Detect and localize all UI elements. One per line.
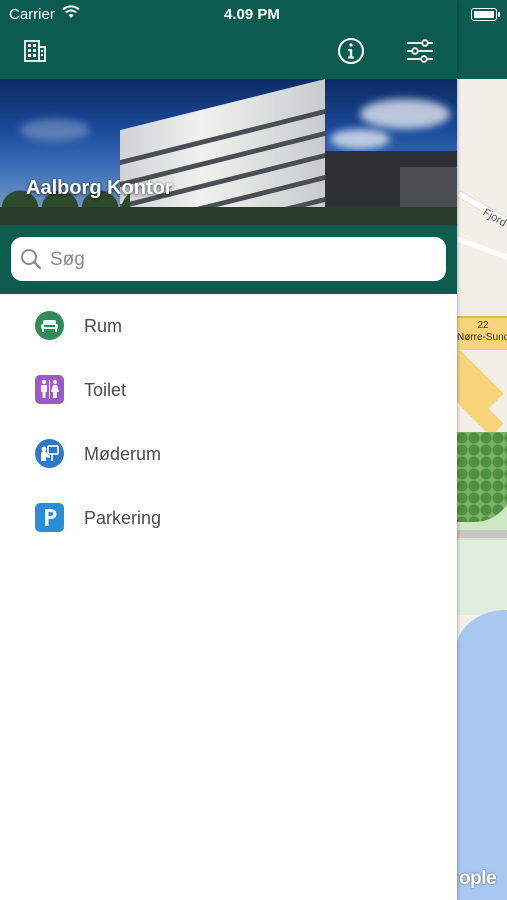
- cloud: [330, 129, 390, 149]
- category-list: Rum Toilet Møderum Parkering: [0, 294, 457, 550]
- carrier-label: Carrier: [9, 6, 55, 23]
- search-field[interactable]: [11, 237, 446, 281]
- location-drawer: Aalborg Kontor Ru: [0, 0, 457, 900]
- category-label: Møderum: [84, 444, 162, 464]
- clock: 4.09 PM: [224, 6, 280, 23]
- ground: [0, 207, 457, 225]
- info-button[interactable]: [336, 37, 366, 70]
- battery-tip: [498, 12, 500, 17]
- map-route-shield: 22 Nørre-Sundby: [457, 316, 507, 350]
- map-water: [456, 610, 507, 900]
- wifi-icon: [62, 5, 80, 23]
- route-name: Nørre-Sundby: [457, 332, 507, 343]
- map-road-label: Fjord: [480, 206, 507, 230]
- category-item-rum[interactable]: Rum: [0, 294, 457, 358]
- category-item-toilet[interactable]: Toilet: [0, 358, 457, 422]
- building-icon: [22, 39, 48, 68]
- filter-button[interactable]: [405, 38, 435, 68]
- search-icon: [20, 248, 42, 275]
- cloud: [20, 119, 90, 141]
- location-header-image: Aalborg Kontor: [0, 79, 457, 225]
- route-number: 22: [477, 320, 489, 331]
- map-path: [456, 530, 507, 538]
- category-item-parkering[interactable]: Parkering: [0, 486, 457, 550]
- category-label: Rum: [84, 316, 123, 336]
- info-icon: [337, 37, 365, 70]
- location-title: Aalborg Kontor: [26, 177, 173, 199]
- search-input[interactable]: [48, 243, 432, 277]
- map-legal-text[interactable]: ople: [459, 868, 497, 890]
- parking-icon: [35, 503, 64, 532]
- map-grass: [456, 540, 507, 615]
- sofa-icon: [35, 311, 64, 340]
- category-label: Toilet: [84, 380, 127, 400]
- category-item-moderum[interactable]: Møderum: [0, 422, 457, 486]
- building-button[interactable]: [20, 38, 50, 68]
- status-bar: Carrier 4.09 PM: [0, 0, 507, 28]
- restroom-icon: [35, 375, 64, 404]
- meeting-icon: [35, 439, 64, 468]
- battery-icon: [471, 8, 497, 21]
- category-label: Parkering: [84, 508, 162, 528]
- cloud: [360, 99, 450, 129]
- search-bar: [0, 225, 457, 294]
- sliders-icon: [406, 38, 434, 68]
- map-trees: [456, 432, 507, 522]
